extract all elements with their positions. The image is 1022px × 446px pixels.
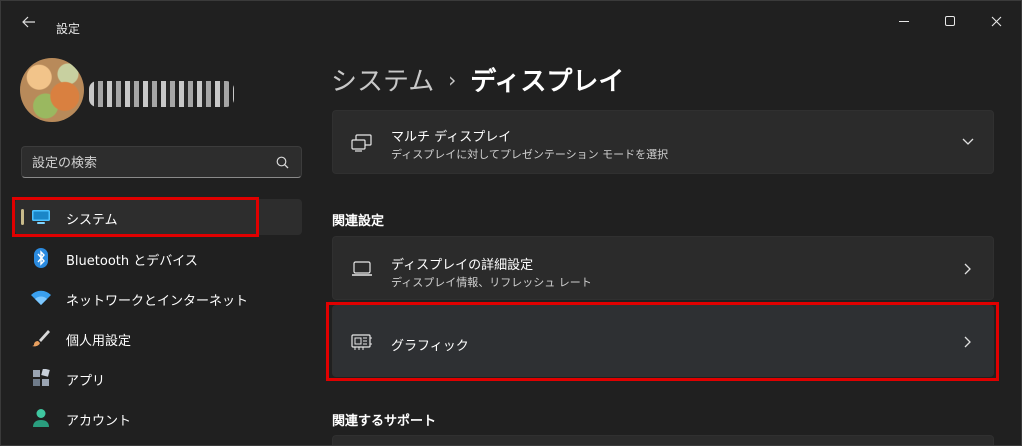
laptop-icon [351, 258, 373, 280]
sidebar-item-label: アカウント [66, 414, 132, 429]
arrow-left-icon [22, 16, 35, 28]
close-button[interactable] [973, 7, 1019, 35]
sidebar-item-accounts[interactable]: アカウント [15, 400, 302, 436]
bluetooth-icon [31, 248, 51, 268]
sidebar-item-label: 個人用設定 [66, 334, 132, 349]
sidebar-item-label: システム [66, 213, 118, 228]
app-title: 設定 [56, 22, 81, 36]
support-card-partial[interactable] [332, 435, 994, 445]
graphics-card-icon [351, 331, 373, 353]
multi-monitor-icon [351, 132, 373, 154]
avatar[interactable] [20, 58, 84, 122]
card-title: マルチ ディスプレイ [391, 130, 512, 145]
page-title: ディスプレイ [470, 67, 625, 97]
search-icon[interactable] [276, 156, 289, 169]
sidebar-item-label: ネットワークとインターネット [66, 294, 249, 309]
multi-display-card[interactable]: マルチ ディスプレイ ディスプレイに対してプレゼンテーション モードを選択 [332, 110, 994, 174]
card-subtitle: ディスプレイに対してプレゼンテーション モードを選択 [391, 148, 669, 161]
graphics-card[interactable]: グラフィック [332, 305, 994, 377]
settings-window: 設定 システム Bluetooth とデバイス ネット [0, 0, 1022, 446]
chevron-right-icon[interactable] [961, 335, 975, 349]
wifi-icon [31, 288, 51, 308]
close-icon [991, 16, 1001, 26]
chevron-down-icon[interactable] [961, 135, 975, 149]
sidebar-item-label: アプリ [66, 374, 106, 389]
sidebar-item-personalization[interactable]: 個人用設定 [15, 320, 302, 356]
section-heading-related: 関連設定 [332, 214, 385, 229]
maximize-icon [945, 16, 955, 26]
monitor-icon [31, 207, 51, 227]
user-name-blurred [89, 81, 234, 107]
sidebar-item-apps[interactable]: アプリ [15, 360, 302, 396]
apps-icon [31, 368, 51, 388]
sidebar-item-network[interactable]: ネットワークとインターネット [15, 280, 302, 316]
brush-icon [31, 328, 51, 348]
card-title: ディスプレイの詳細設定 [391, 258, 534, 273]
maximize-button[interactable] [927, 7, 973, 35]
back-button[interactable] [15, 11, 43, 33]
settings-search-box[interactable] [21, 146, 302, 178]
card-subtitle: ディスプレイ情報、リフレッシュ レート [391, 276, 592, 289]
chevron-right-icon[interactable] [961, 262, 975, 276]
person-icon [31, 408, 51, 428]
section-heading-support: 関連するサポート [332, 414, 437, 429]
sidebar-item-system[interactable]: システム [15, 199, 302, 235]
card-title: グラフィック [391, 339, 469, 354]
minimize-icon [899, 20, 909, 22]
advanced-display-card[interactable]: ディスプレイの詳細設定 ディスプレイ情報、リフレッシュ レート [332, 236, 994, 300]
minimize-button[interactable] [881, 7, 927, 35]
sidebar-item-label: Bluetooth とデバイス [66, 254, 198, 269]
breadcrumb: システム › ディスプレイ [331, 61, 624, 98]
breadcrumb-parent[interactable]: システム [331, 61, 434, 98]
selection-indicator [21, 209, 24, 225]
search-input[interactable] [32, 153, 262, 173]
title-bar: 設定 [1, 1, 1021, 41]
sidebar-item-bluetooth[interactable]: Bluetooth とデバイス [15, 240, 302, 276]
breadcrumb-separator: › [448, 67, 457, 92]
